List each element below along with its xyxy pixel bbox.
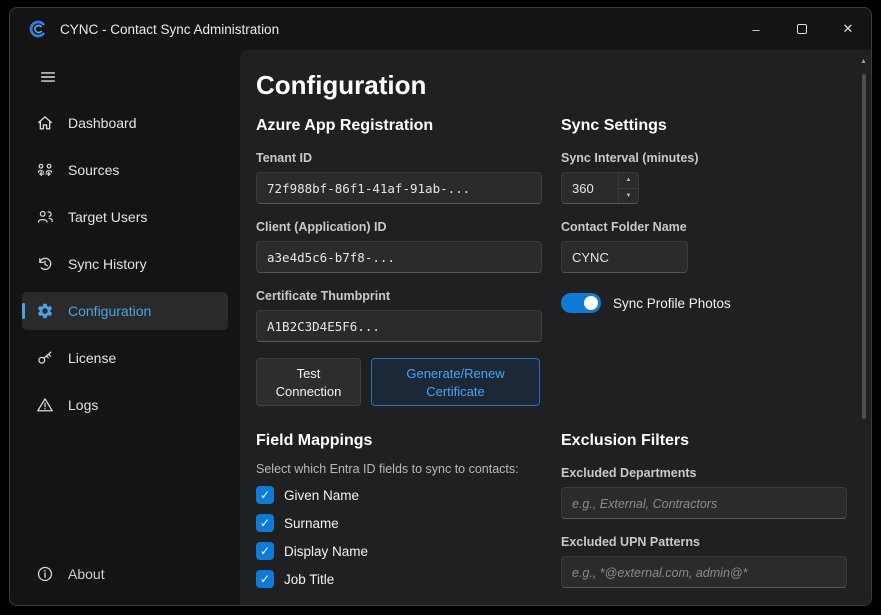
sidebar-item-target-users[interactable]: Target Users [22,198,228,236]
maximize-icon [797,24,807,34]
gear-icon [36,302,54,320]
minimize-button[interactable]: – [733,8,779,50]
generate-renew-certificate-button[interactable]: Generate/Renew Certificate [371,358,540,406]
checkbox-label: Surname [284,516,339,531]
sidebar-item-label: Configuration [68,303,151,319]
section-heading: Field Mappings [256,432,542,450]
sidebar-item-configuration[interactable]: Configuration [22,292,228,330]
certificate-thumbprint-label: Certificate Thumbprint [256,289,542,303]
nav-toggle-button[interactable] [32,62,64,92]
client-id-label: Client (Application) ID [256,220,542,234]
scrollbar-thumb[interactable] [862,74,866,419]
people-arrows-icon [36,161,54,179]
check-icon: ✓ [260,572,270,586]
sidebar-item-label: Sources [68,162,119,178]
test-connection-button[interactable]: Test Connection [256,358,361,406]
checkbox-given-name[interactable]: ✓ [256,486,274,504]
sync-profile-photos-label: Sync Profile Photos [613,296,731,311]
maximize-button[interactable] [779,8,825,50]
tenant-id-label: Tenant ID [256,151,542,165]
sync-interval-value: 360 [562,173,618,203]
section-heading: Sync Settings [561,117,847,135]
checkbox-surname[interactable]: ✓ [256,514,274,532]
field-given-name[interactable]: ✓ Given Name [256,484,542,506]
checkbox-label: Display Name [284,544,368,559]
warning-icon [36,396,54,414]
sidebar-item-sync-history[interactable]: Sync History [22,245,228,283]
close-icon: ✕ [843,21,854,37]
scroll-up-icon[interactable]: ▲ [860,58,867,65]
people-icon [36,208,54,226]
excluded-upn-patterns-label: Excluded UPN Patterns [561,535,847,549]
contact-folder-name-label: Contact Folder Name [561,220,847,234]
tenant-id-input[interactable] [256,172,542,204]
page-title: Configuration [256,70,845,101]
sidebar-item-label: Dashboard [68,115,137,131]
field-mappings-description: Select which Entra ID fields to sync to … [256,462,542,476]
vertical-scrollbar[interactable]: ▲ [859,56,869,599]
contact-folder-name-input[interactable] [561,241,688,273]
key-icon [36,349,54,367]
titlebar: CYNC - Contact Sync Administration – ✕ [10,8,871,50]
sidebar-item-sources[interactable]: Sources [22,151,228,189]
section-field-mappings: Field Mappings Select which Entra ID fie… [256,432,542,590]
check-icon: ✓ [260,488,270,502]
history-icon [36,255,54,273]
stepper-buttons: ▲ ▼ [618,173,638,203]
minimize-icon: – [752,22,759,37]
close-button[interactable]: ✕ [825,8,871,50]
section-azure-app-registration: Azure App Registration Tenant ID Client … [256,117,542,406]
window-controls: – ✕ [733,8,871,50]
stepper-down-button[interactable]: ▼ [619,189,638,204]
checkbox-label: Given Name [284,488,359,503]
section-heading: Azure App Registration [256,117,542,135]
sidebar-item-logs[interactable]: Logs [22,386,228,424]
caret-down-icon: ▼ [626,193,632,199]
sidebar-item-license[interactable]: License [22,339,228,377]
toggle-knob [584,296,598,310]
check-icon: ✓ [260,516,270,530]
sidebar-item-label: About [68,566,105,582]
sidebar-item-dashboard[interactable]: Dashboard [22,104,228,142]
sidebar-item-about[interactable]: About [22,555,228,593]
checkbox-job-title[interactable]: ✓ [256,570,274,588]
client-id-input[interactable] [256,241,542,273]
sync-interval-stepper[interactable]: 360 ▲ ▼ [561,172,639,204]
sync-profile-photos-toggle[interactable] [561,293,601,313]
window-title: CYNC - Contact Sync Administration [60,22,279,37]
excluded-departments-label: Excluded Departments [561,466,847,480]
excluded-departments-input[interactable] [561,487,847,519]
hamburger-icon [39,68,57,86]
checkbox-display-name[interactable]: ✓ [256,542,274,560]
main-content: Configuration Azure App Registration Ten… [240,50,871,605]
home-icon [36,114,54,132]
check-icon: ✓ [260,544,270,558]
sync-interval-label: Sync Interval (minutes) [561,151,847,165]
app-logo-icon [28,19,48,39]
stepper-up-button[interactable]: ▲ [619,173,638,189]
app-window: CYNC - Contact Sync Administration – ✕ [9,7,872,606]
checkbox-label: Job Title [284,572,334,587]
field-mappings-list: ✓ Given Name ✓ Surname ✓ [256,484,542,590]
field-job-title[interactable]: ✓ Job Title [256,568,542,590]
nav-menu: Dashboard Sources Target Users [10,104,240,555]
section-exclusion-filters: Exclusion Filters Excluded Departments E… [561,432,847,588]
caret-up-icon: ▲ [626,177,632,183]
certificate-thumbprint-input[interactable] [256,310,542,342]
field-surname[interactable]: ✓ Surname [256,512,542,534]
excluded-upn-patterns-input[interactable] [561,556,847,588]
sidebar-item-label: Logs [68,397,98,413]
sidebar: Dashboard Sources Target Users [10,50,240,605]
field-display-name[interactable]: ✓ Display Name [256,540,542,562]
sidebar-item-label: Sync History [68,256,147,272]
section-heading: Exclusion Filters [561,432,847,450]
sidebar-item-label: License [68,350,116,366]
sidebar-item-label: Target Users [68,209,147,225]
info-icon [36,565,54,583]
section-sync-settings: Sync Settings Sync Interval (minutes) 36… [561,117,847,313]
